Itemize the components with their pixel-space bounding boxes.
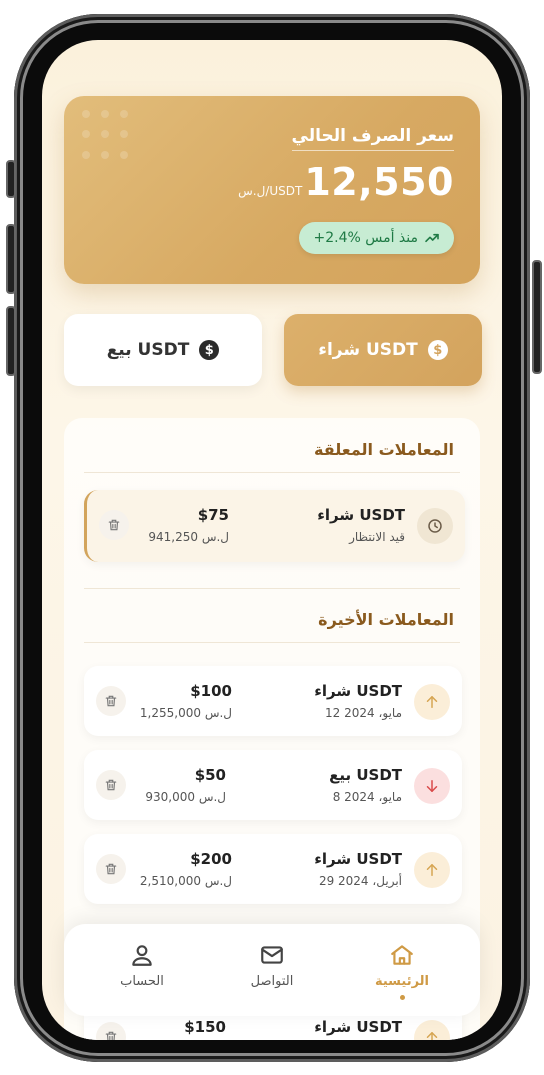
divider — [84, 642, 460, 643]
mail-icon — [261, 946, 283, 964]
recent-transactions-title: المعاملات الأخيرة — [318, 610, 454, 629]
transaction-date: 29 أبريل، 2024 — [318, 874, 402, 888]
exchange-rate-unit: ل.س/USDT — [238, 184, 303, 198]
phone-side-button — [6, 160, 16, 198]
recent-transaction-item[interactable]: بيع USDT 8 مايو، 2024 $50 930,000 ل.س — [84, 750, 462, 820]
exchange-rate-card: سعر الصرف الحالي ل.س/USDT 12,550 +2.4% م… — [64, 96, 480, 284]
arrow-down-icon — [414, 768, 450, 804]
transaction-amount: $200 — [190, 850, 232, 868]
delete-button[interactable] — [99, 510, 129, 540]
buy-usdt-button[interactable]: شراء USDT $ — [284, 314, 482, 386]
rate-change-badge: +2.4% منذ أمس — [299, 222, 454, 254]
exchange-rate-value: 12,550 — [304, 160, 454, 204]
arrow-up-icon — [414, 852, 450, 888]
delete-button[interactable] — [96, 686, 126, 716]
transaction-local-amount: 1,255,000 ل.س — [139, 706, 232, 720]
transaction-amount: $75 — [197, 506, 229, 524]
delete-button[interactable] — [96, 1022, 126, 1040]
divider — [84, 472, 460, 473]
transaction-name: شراء USDT — [317, 506, 405, 524]
phone-volume-down-button — [6, 306, 16, 376]
active-indicator-dot — [399, 995, 405, 1000]
transaction-local-amount: 941,250 ل.س — [148, 530, 229, 544]
nav-account-label: الحساب — [120, 974, 164, 989]
buy-usdt-label: شراء USDT — [318, 340, 418, 360]
nav-contact-label: التواصل — [250, 974, 294, 989]
trending-up-icon — [425, 233, 439, 243]
user-icon — [132, 945, 152, 966]
bottom-navigation: الرئيسية التواصل الحساب — [64, 924, 480, 1016]
clock-icon — [417, 508, 453, 544]
app-screen: سعر الصرف الحالي ل.س/USDT 12,550 +2.4% م… — [42, 40, 502, 1040]
transaction-local-amount: 930,000 ل.س — [145, 790, 226, 804]
transaction-local-amount: 2,510,000 ل.س — [139, 874, 232, 888]
trash-icon — [105, 863, 117, 875]
phone-power-button — [532, 260, 542, 374]
dollar-coin-icon: $ — [199, 340, 220, 360]
transaction-status: قيد الانتظار — [349, 530, 405, 544]
transaction-amount: $150 — [184, 1018, 226, 1036]
transaction-name: بيع USDT — [329, 766, 402, 784]
sell-usdt-button[interactable]: بيع USDT $ — [64, 314, 262, 386]
exchange-rate-value-group: ل.س/USDT 12,550 — [238, 160, 454, 204]
trash-icon — [105, 695, 117, 707]
transaction-amount: $50 — [194, 766, 226, 784]
arrow-up-icon — [414, 1020, 450, 1040]
trash-icon — [108, 519, 120, 531]
nav-item-account[interactable]: الحساب — [82, 942, 202, 989]
phone-volume-up-button — [6, 224, 16, 294]
nav-home-label: الرئيسية — [374, 974, 430, 989]
delete-button[interactable] — [96, 770, 126, 800]
exchange-rate-title: سعر الصرف الحالي — [291, 126, 454, 151]
transaction-date: 8 مايو، 2024 — [332, 790, 402, 804]
transaction-name: شراء USDT — [314, 850, 402, 868]
arrow-up-icon — [414, 684, 450, 720]
home-icon — [391, 945, 413, 965]
recent-transaction-item[interactable]: شراء USDT 12 مايو، 2024 $100 1,255,000 ل… — [84, 666, 462, 736]
nav-item-contact[interactable]: التواصل — [212, 942, 332, 989]
trash-icon — [105, 1031, 117, 1040]
transaction-name: شراء USDT — [314, 1018, 402, 1036]
transaction-amount: $100 — [190, 682, 232, 700]
rate-change-text: +2.4% منذ أمس — [313, 230, 418, 246]
sell-usdt-label: بيع USDT — [106, 340, 190, 360]
pending-transactions-title: المعاملات المعلقة — [314, 440, 454, 459]
pending-transaction-item[interactable]: شراء USDT قيد الانتظار $75 941,250 ل.س — [84, 490, 465, 562]
recent-transaction-item[interactable]: شراء USDT 29 أبريل، 2024 $200 2,510,000 … — [84, 834, 462, 904]
trash-icon — [105, 779, 117, 791]
transaction-name: شراء USDT — [314, 682, 402, 700]
divider — [84, 588, 460, 589]
transaction-date: 12 مايو، 2024 — [325, 706, 402, 720]
decorative-dots — [82, 110, 132, 160]
dollar-coin-icon: $ — [427, 340, 448, 360]
nav-item-home[interactable]: الرئيسية — [342, 942, 462, 1000]
delete-button[interactable] — [96, 854, 126, 884]
